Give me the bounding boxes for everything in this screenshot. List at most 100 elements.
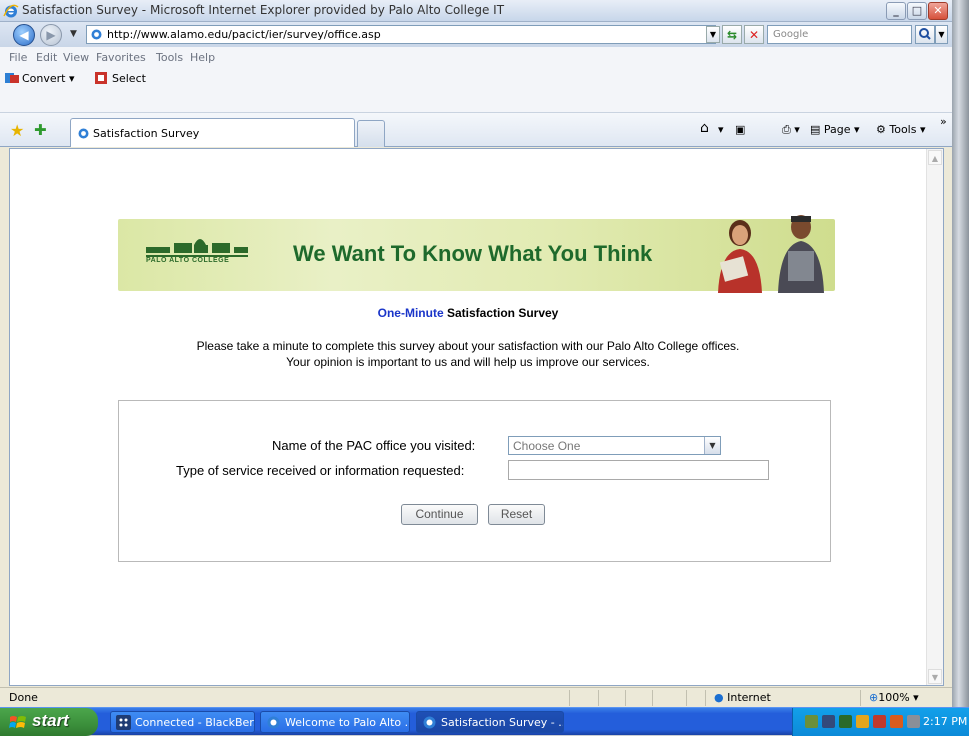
home-dropdown-icon[interactable]: ▾ — [718, 123, 724, 136]
favorites-center-star-icon[interactable]: ★ — [10, 121, 24, 140]
menu-edit[interactable]: Edit — [36, 51, 57, 64]
system-tray: 2:17 PM — [792, 708, 969, 736]
student-photo-woman — [718, 220, 762, 293]
internet-explorer-icon — [267, 716, 280, 729]
search-options-dropdown[interactable]: ▼ — [935, 25, 948, 44]
status-divider — [569, 690, 570, 706]
taskbar-item-blackberry[interactable]: Connected - BlackBer... — [110, 711, 255, 733]
recent-pages-dropdown[interactable]: ▼ — [70, 29, 77, 39]
office-select[interactable]: Choose One ▼ — [508, 436, 721, 455]
convert-button[interactable]: Convert ▾ — [5, 72, 75, 85]
office-select-value: Choose One — [513, 439, 581, 453]
network-icon[interactable] — [805, 715, 818, 728]
start-label: start — [32, 711, 69, 730]
page-menu-button[interactable]: ▤ Page ▾ — [810, 123, 860, 136]
page-icon — [91, 29, 102, 40]
keyboard-icon[interactable] — [822, 715, 835, 728]
select-icon — [95, 72, 107, 84]
menu-help[interactable]: Help — [190, 51, 215, 64]
status-text: Done — [9, 691, 38, 704]
banner-slogan: We Want To Know What You Think — [293, 241, 653, 266]
pdf-toolbar: Convert ▾ Select — [0, 68, 952, 113]
survey-form-box — [118, 400, 831, 562]
back-button[interactable]: ◀ — [13, 24, 35, 46]
status-divider — [686, 690, 687, 706]
survey-heading-rest: Satisfaction Survey — [443, 306, 559, 320]
refresh-button[interactable]: ⇆ — [722, 25, 742, 44]
tab-label: Satisfaction Survey — [93, 127, 200, 140]
stop-button[interactable]: ✕ — [744, 25, 764, 44]
tools-menu-button[interactable]: ⚙ Tools ▾ — [876, 123, 926, 136]
title-bar: Satisfaction Survey - Microsoft Internet… — [0, 0, 952, 22]
address-url: http://www.alamo.edu/pacict/ier/survey/o… — [107, 28, 381, 41]
home-icon[interactable]: ⌂ — [700, 120, 709, 136]
select-button[interactable]: Select — [95, 72, 146, 85]
address-dropdown-button[interactable]: ▼ — [706, 26, 720, 43]
new-tab-button[interactable] — [357, 120, 385, 147]
clock[interactable]: 2:17 PM — [923, 715, 967, 728]
menu-file[interactable]: File — [9, 51, 27, 64]
select-label: Select — [112, 72, 146, 85]
search-icon — [919, 28, 931, 40]
search-button[interactable] — [915, 25, 935, 44]
status-divider — [652, 690, 653, 706]
volume-icon[interactable] — [907, 715, 920, 728]
tools-menu-label: Tools — [889, 123, 917, 136]
antivirus-icon[interactable] — [873, 715, 886, 728]
logo-wordmark: PALO ALTO COLLEGE — [146, 257, 230, 264]
scroll-up-icon[interactable]: ▲ — [928, 150, 942, 165]
security-zone[interactable]: ● Internet — [714, 691, 771, 704]
update-icon[interactable] — [890, 715, 903, 728]
print-icon[interactable]: ⎙ ▾ — [782, 123, 800, 137]
page-menu-label: Page — [823, 123, 851, 136]
service-input[interactable] — [508, 460, 769, 480]
convert-icon — [5, 73, 19, 83]
intro-line-2: Your opinion is important to us and will… — [286, 355, 650, 369]
toolbar-overflow-icon[interactable]: » — [940, 115, 947, 128]
scroll-down-icon[interactable]: ▼ — [928, 669, 942, 684]
taskbar-item-label: Welcome to Palo Alto ... — [285, 716, 410, 729]
address-input[interactable]: http://www.alamo.edu/pacict/ier/survey/o… — [86, 25, 716, 44]
feeds-icon[interactable]: ▣ — [735, 123, 745, 136]
menu-view[interactable]: View — [63, 51, 89, 64]
continue-button[interactable]: Continue — [401, 504, 478, 525]
window-title: Satisfaction Survey - Microsoft Internet… — [22, 3, 505, 17]
taskbar-item-label: Connected - BlackBer... — [135, 716, 255, 729]
service-label: Type of service received or information … — [176, 463, 465, 478]
page-viewport: ▲ ▼ PALO ALTO COLLEGE We Want To Know Wh… — [9, 148, 944, 686]
zoom-label: 100% — [878, 691, 910, 704]
search-input[interactable]: Google — [767, 25, 912, 44]
security-shield-icon[interactable] — [856, 715, 869, 728]
start-button[interactable]: start — [0, 708, 98, 736]
tab-page-icon — [78, 128, 89, 139]
zone-label: Internet — [727, 691, 771, 704]
vertical-scrollbar[interactable]: ▲ ▼ — [926, 149, 943, 685]
windows-logo-icon — [9, 716, 26, 728]
internet-explorer-icon — [3, 4, 19, 18]
taskbar-item-label: Satisfaction Survey - ... — [441, 716, 564, 729]
close-button[interactable]: ✕ — [928, 2, 948, 20]
status-divider — [860, 690, 861, 706]
status-bar: Done ● Internet ⊕100% ▾ — [0, 687, 952, 707]
taskbar-item-satisfaction-survey[interactable]: Satisfaction Survey - ... — [416, 711, 564, 733]
intro-line-1: Please take a minute to complete this su… — [196, 339, 740, 353]
menu-favorites[interactable]: Favorites — [96, 51, 146, 64]
minimize-button[interactable]: _ — [886, 2, 906, 20]
add-to-favorites-icon[interactable]: ✚ — [34, 121, 47, 139]
convert-label: Convert — [22, 72, 66, 85]
status-divider — [625, 690, 626, 706]
maximize-button[interactable]: □ — [907, 2, 927, 20]
globe-icon: ● — [714, 691, 724, 704]
device-icon[interactable] — [839, 715, 852, 728]
address-toolbar: ◀ ▶ ▼ http://www.alamo.edu/pacict/ier/su… — [0, 22, 952, 47]
reset-button[interactable]: Reset — [488, 504, 545, 525]
chevron-down-icon[interactable]: ▼ — [704, 437, 720, 454]
menu-tools[interactable]: Tools — [156, 51, 183, 64]
tab-satisfaction-survey[interactable]: Satisfaction Survey — [70, 118, 355, 147]
zoom-control[interactable]: ⊕100% ▾ — [869, 691, 919, 704]
taskbar-item-welcome[interactable]: Welcome to Palo Alto ... — [260, 711, 410, 733]
blackberry-icon — [116, 715, 131, 730]
windows-taskbar: start Connected - BlackBer... Welcome to… — [0, 707, 969, 736]
forward-button[interactable]: ▶ — [40, 24, 62, 46]
tab-bar: ★ ✚ Satisfaction Survey ⌂ ▾ ▣ ⎙ ▾ ▤ Page… — [0, 113, 952, 147]
